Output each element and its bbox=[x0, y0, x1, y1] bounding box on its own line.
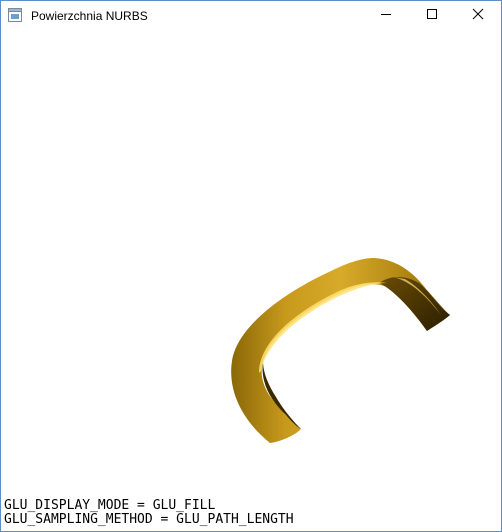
close-button[interactable] bbox=[455, 1, 501, 31]
app-window: Powierzchnia NURBS GLU_DISPLAY_MODE = GL… bbox=[0, 0, 502, 532]
minimize-button[interactable] bbox=[363, 1, 409, 31]
maximize-icon bbox=[426, 7, 438, 25]
window-title: Powierzchnia NURBS bbox=[31, 9, 148, 23]
display-mode-label: GLU_DISPLAY_MODE = GLU_FILL bbox=[4, 498, 216, 513]
sampling-method-label: GLU_SAMPLING_METHOD = GLU_PATH_LENGTH bbox=[4, 512, 294, 527]
title-bar[interactable]: Powierzchnia NURBS bbox=[1, 1, 501, 31]
close-icon bbox=[472, 7, 484, 25]
opengl-viewport[interactable]: GLU_DISPLAY_MODE = GLU_FILL GLU_SAMPLING… bbox=[1, 31, 501, 531]
minimize-icon bbox=[380, 7, 392, 25]
opengl-window-icon bbox=[8, 8, 22, 22]
maximize-button[interactable] bbox=[409, 1, 455, 31]
nurbs-surface bbox=[231, 258, 450, 443]
